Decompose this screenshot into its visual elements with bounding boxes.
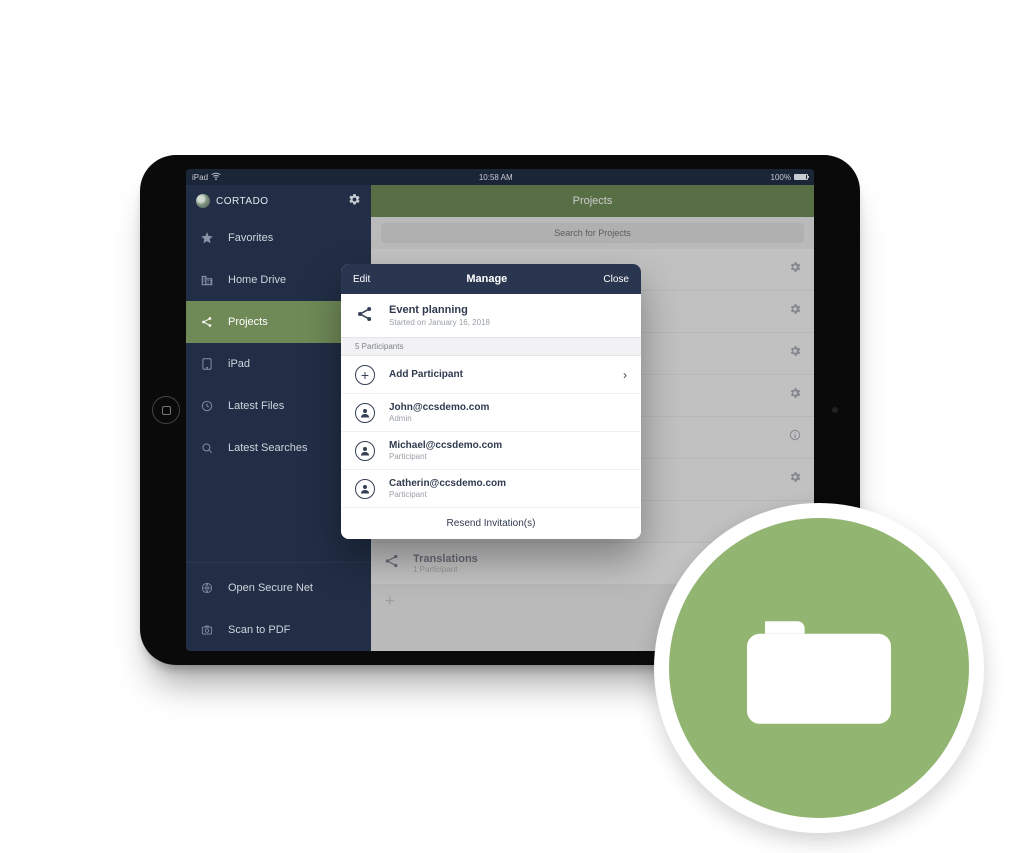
- status-bar: iPad 10:58 AM 100%: [186, 169, 814, 185]
- folder-icon: [729, 593, 909, 743]
- chevron-right-icon: ›: [623, 368, 627, 382]
- share-icon: [200, 315, 214, 329]
- project-settings-button[interactable]: [788, 260, 802, 279]
- person-icon: [355, 441, 375, 461]
- add-participant-button[interactable]: + Add Participant ›: [341, 356, 641, 394]
- home-button[interactable]: [152, 396, 180, 424]
- sidebar-item-label: Projects: [228, 316, 268, 328]
- project-settings-button[interactable]: [788, 386, 802, 405]
- participant-role: Admin: [389, 414, 627, 423]
- device-name-label: iPad: [192, 173, 208, 182]
- search-icon: [200, 441, 214, 455]
- star-icon: [200, 231, 214, 245]
- modal-title-label: Manage: [466, 273, 507, 285]
- participant-row[interactable]: John@ccsdemo.com Admin: [341, 394, 641, 432]
- settings-button[interactable]: [348, 193, 361, 209]
- resend-invitations-button[interactable]: Resend Invitation(s): [341, 508, 641, 539]
- modal-project-title: Event planning: [389, 304, 490, 316]
- participant-role: Participant: [389, 452, 627, 461]
- battery-icon: [794, 174, 808, 180]
- sidebar-item-label: Favorites: [228, 232, 273, 244]
- main-header-title: Projects: [371, 185, 814, 217]
- participants-count-label: 5 Participants: [341, 337, 641, 356]
- add-participant-label: Add Participant: [389, 369, 609, 380]
- participant-row[interactable]: Michael@ccsdemo.com Participant: [341, 432, 641, 470]
- plus-icon: +: [355, 365, 375, 385]
- sidebar-item-label: Latest Searches: [228, 442, 308, 454]
- sidebar-item-scan-to-pdf[interactable]: Scan to PDF: [186, 609, 371, 651]
- sidebar-item-open-secure-net[interactable]: Open Secure Net: [186, 567, 371, 609]
- project-settings-button[interactable]: [788, 470, 802, 489]
- person-icon: [355, 479, 375, 499]
- camera-icon: [200, 623, 214, 637]
- modal-project-header: Event planning Started on January 16, 20…: [341, 294, 641, 337]
- building-icon: [200, 273, 214, 287]
- brand-logo-icon: [196, 194, 210, 208]
- close-button[interactable]: Close: [603, 274, 629, 285]
- project-info-button[interactable]: [788, 428, 802, 447]
- search-projects-input[interactable]: [381, 223, 804, 243]
- brand: CORTADO: [196, 194, 269, 208]
- participant-email: Michael@ccsdemo.com: [389, 440, 627, 451]
- globe-icon: [200, 581, 214, 595]
- sidebar-item-label: Open Secure Net: [228, 582, 313, 594]
- participant-role: Participant: [389, 490, 627, 499]
- participant-email: Catherin@ccsdemo.com: [389, 478, 627, 489]
- camera-dot: [832, 407, 838, 413]
- share-icon: [355, 304, 375, 327]
- modal-project-subtitle: Started on January 16, 2018: [389, 318, 490, 327]
- wifi-icon: [211, 171, 221, 183]
- clock-icon: [200, 399, 214, 413]
- sidebar-item-label: Latest Files: [228, 400, 284, 412]
- project-settings-button[interactable]: [788, 344, 802, 363]
- project-settings-button[interactable]: [788, 302, 802, 321]
- sidebar-item-favorites[interactable]: Favorites: [186, 217, 371, 259]
- sidebar-item-label: Scan to PDF: [228, 624, 290, 636]
- clock-label: 10:58 AM: [479, 173, 513, 182]
- promo-badge: [654, 503, 984, 833]
- participant-email: John@ccsdemo.com: [389, 402, 627, 413]
- manage-modal: Edit Manage Close Event planning Started…: [341, 264, 641, 539]
- sidebar-item-label: Home Drive: [228, 274, 286, 286]
- sidebar-item-label: iPad: [228, 358, 250, 370]
- edit-button[interactable]: Edit: [353, 274, 370, 285]
- battery-percent-label: 100%: [771, 173, 791, 182]
- project-title-label: Translations: [413, 553, 478, 565]
- participant-row[interactable]: Catherin@ccsdemo.com Participant: [341, 470, 641, 508]
- person-icon: [355, 403, 375, 423]
- share-icon: [383, 552, 401, 575]
- brand-name-label: CORTADO: [216, 196, 269, 207]
- tablet-icon: [200, 357, 214, 371]
- project-sub-label: 1 Participant: [413, 565, 478, 574]
